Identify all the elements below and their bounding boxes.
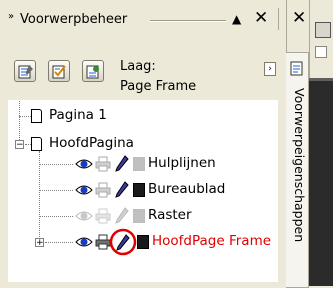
title-separator — [278, 8, 279, 30]
page-icon — [31, 109, 42, 123]
pencil-icon[interactable] — [115, 181, 129, 199]
collapse-up-icon[interactable]: ▲ — [232, 12, 241, 26]
object-properties-tab-label[interactable]: Voorwerpeigenschappen — [292, 88, 307, 242]
current-layer-name: Page Frame — [120, 79, 197, 94]
close-docker-button[interactable]: ✕ — [254, 8, 268, 28]
layer-color-swatch[interactable] — [133, 157, 145, 171]
printer-icon[interactable] — [95, 208, 111, 224]
object-properties-icon — [18, 65, 33, 79]
current-layer-caption: Laag: — [120, 59, 156, 74]
layer-color-swatch[interactable] — [133, 183, 145, 197]
tree-branch-line — [39, 190, 73, 191]
object-tree: Pagina 1 − HoofdPagina Hulplijnen Bureau… — [8, 100, 278, 282]
docker-grip-icon[interactable]: » — [8, 11, 14, 22]
palette-divider — [309, 78, 333, 81]
printer-icon[interactable] — [95, 182, 111, 198]
edit-across-layers-button[interactable] — [48, 60, 70, 82]
docker-titlebar[interactable]: » Voorwerpbeheer ▲ ✕ — [0, 0, 286, 34]
pencil-icon[interactable] — [115, 155, 129, 173]
layer-hoofdpage-frame[interactable]: HoofdPage Frame — [152, 233, 271, 249]
eye-icon[interactable] — [75, 235, 93, 249]
layer-color-swatch[interactable] — [133, 209, 145, 223]
docker-title: Voorwerpbeheer — [20, 12, 128, 27]
tree-branch-line — [39, 216, 73, 217]
eye-icon[interactable] — [75, 209, 93, 223]
pencil-icon[interactable] — [109, 228, 137, 256]
expand-hoofdpage-frame-toggle[interactable]: + — [35, 238, 44, 248]
docker-flyout-menu-button[interactable]: › — [264, 62, 276, 76]
eye-icon[interactable] — [75, 183, 93, 197]
title-divider — [150, 20, 226, 22]
pencil-icon[interactable] — [115, 207, 129, 225]
edit-layers-icon — [52, 65, 66, 79]
tree-item-pagina-1[interactable]: Pagina 1 — [49, 107, 107, 123]
printer-icon[interactable] — [95, 156, 111, 172]
page-icon — [31, 137, 42, 151]
layer-raster[interactable]: Raster — [148, 207, 192, 223]
show-object-properties-button[interactable] — [14, 60, 36, 82]
layer-bureaublad[interactable]: Bureaublad — [148, 181, 225, 197]
object-properties-tab-icon — [290, 61, 303, 76]
layer-color-swatch[interactable] — [137, 235, 149, 249]
eye-icon[interactable] — [75, 157, 93, 171]
close-side-docker-button[interactable]: ✕ — [292, 8, 306, 28]
layer-hulplijnen[interactable]: Hulplijnen — [148, 155, 216, 171]
tree-item-hoofdpagina[interactable]: HoofdPagina — [49, 135, 134, 151]
collapse-hoofdpagina-toggle[interactable]: − — [15, 140, 24, 150]
background-toolbar-strip — [309, 0, 333, 80]
tree-branch-line — [39, 164, 73, 165]
toolbar-icon[interactable] — [315, 22, 331, 38]
no-fill-swatch[interactable] — [315, 46, 327, 58]
tree-branch-line — [19, 116, 31, 117]
layer-manager-view-button[interactable] — [82, 60, 104, 82]
layer-manager-icon — [86, 65, 99, 79]
tree-branch-line — [45, 242, 73, 243]
